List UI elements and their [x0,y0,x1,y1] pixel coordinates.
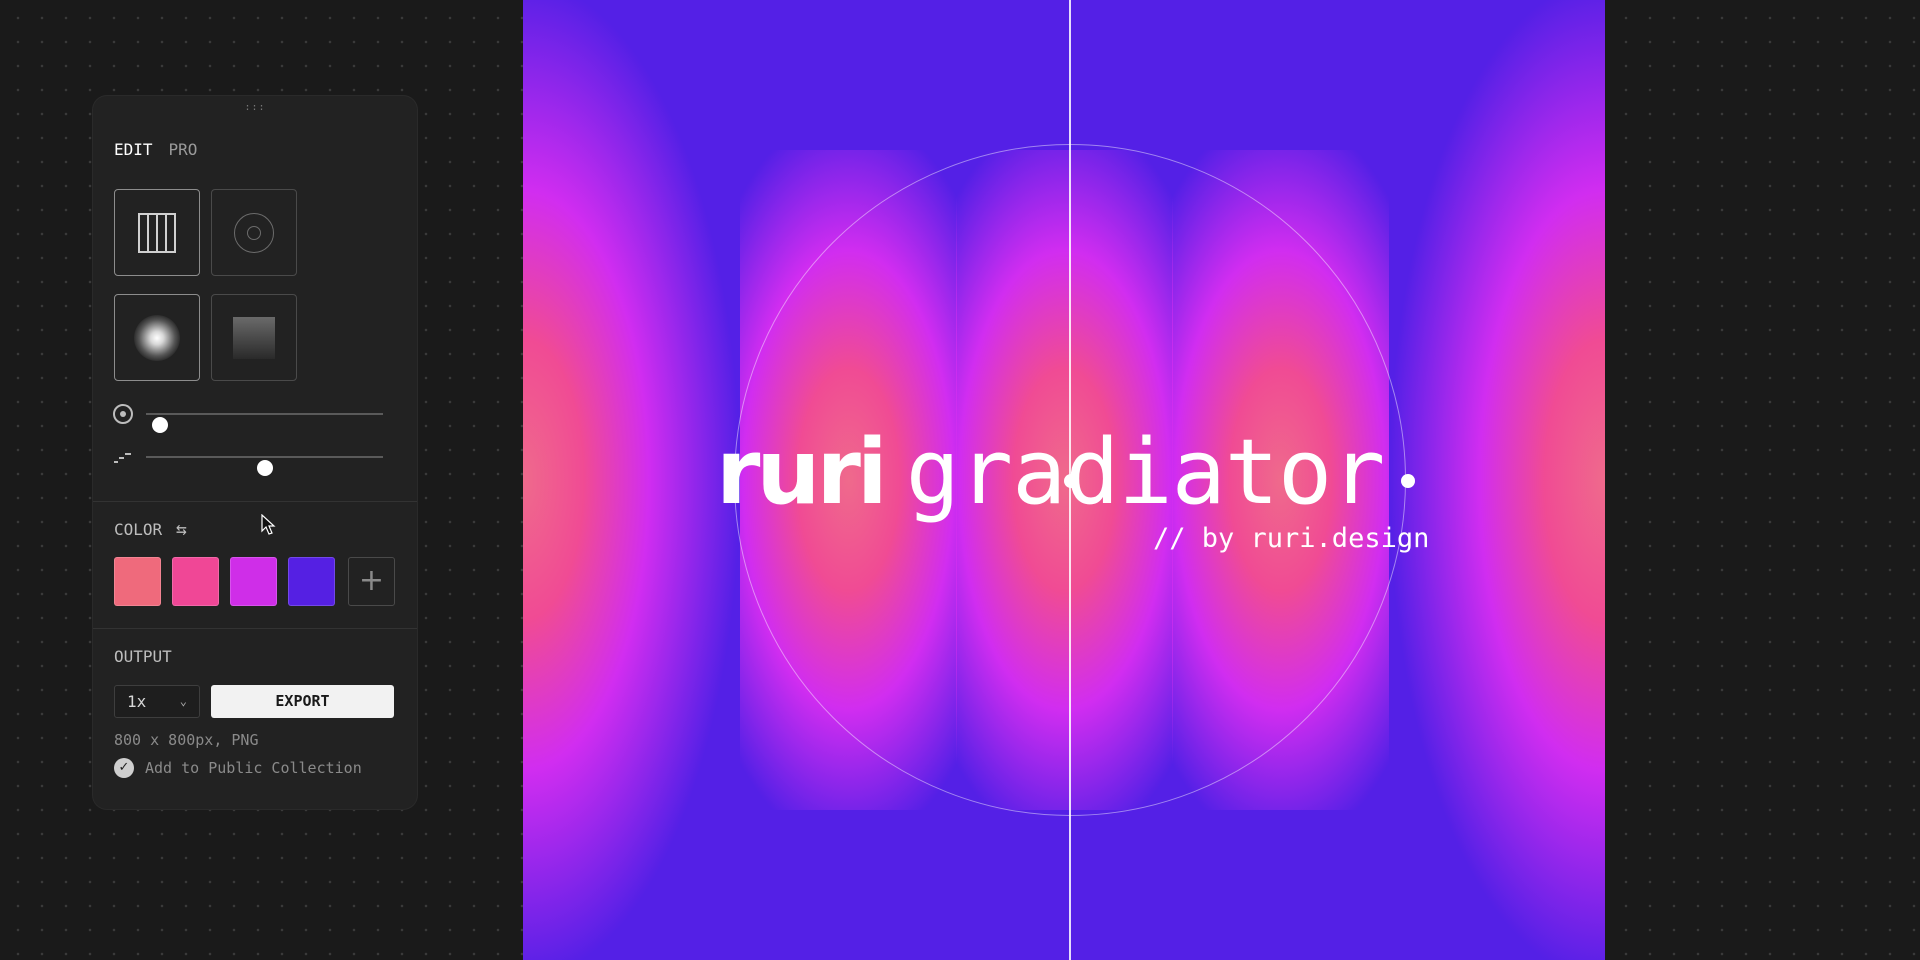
gradient-canvas[interactable]: ruri gradiator // by ruri.design [523,0,1605,960]
type-linear-button[interactable] [211,294,297,381]
type-circles-button[interactable] [211,189,297,276]
color-section-label: COLOR [114,520,163,539]
radial-glow-icon [134,314,180,361]
slider-thumb[interactable] [256,460,273,476]
scale-value: 1x [127,692,147,711]
scale-select[interactable]: 1x ⌄ [114,685,200,718]
type-glow-button[interactable] [114,294,200,381]
app-stage: ruri gradiator // by ruri.design ::: EDI… [0,0,1920,960]
logo-tagline: // by ruri.design [1153,523,1430,554]
color-swatch[interactable] [288,557,335,606]
radius-slider[interactable] [113,402,403,433]
logo-ruri-text: ruri [716,420,888,525]
section-divider [93,628,417,629]
color-swatch[interactable] [230,557,277,606]
tab-pro[interactable]: PRO [169,140,198,159]
gradiator-logo: ruri gradiator [716,420,1385,525]
logo-gradiator-text: gradiator [905,420,1386,525]
linear-gradient-icon [233,316,275,359]
target-icon [113,404,133,424]
swap-colors-icon[interactable]: ⇆ [176,519,187,540]
slider-track[interactable] [146,413,383,433]
gradient-band [1389,0,1605,960]
export-button[interactable]: EXPORT [211,685,394,718]
slider-thumb[interactable] [152,417,169,433]
concentric-circles-icon [234,212,274,253]
checkmark-icon[interactable]: ✓ [114,758,134,778]
output-section-label: OUTPUT [114,647,172,666]
drag-handle-icon[interactable]: ::: [243,102,267,114]
output-info: 800 x 800px, PNG [114,731,259,749]
gradient-band [523,0,740,960]
type-bars-button[interactable] [114,189,200,276]
mouse-cursor-icon [261,514,276,535]
radius-handle-dot[interactable] [1401,474,1415,488]
public-collection-toggle[interactable]: ✓ Add to Public Collection [114,758,362,778]
vertical-bars-icon [138,212,176,253]
chevron-down-icon: ⌄ [179,694,187,708]
tab-edit[interactable]: EDIT [114,140,153,159]
public-collection-label: Add to Public Collection [145,759,362,777]
panel-tabs: EDIT PRO [114,140,197,159]
slider-track[interactable] [146,456,383,476]
steps-slider[interactable] [113,445,403,476]
center-handle-dot[interactable] [1064,474,1078,488]
edit-panel: ::: EDIT PRO COLOR ⇆ + OUTPUT 1x ⌄ EXPOR… [93,96,417,809]
section-divider [93,501,417,502]
add-color-button[interactable]: + [348,557,395,606]
color-swatch[interactable] [114,557,161,606]
color-swatch[interactable] [172,557,219,606]
dash-steps-icon [113,447,133,467]
